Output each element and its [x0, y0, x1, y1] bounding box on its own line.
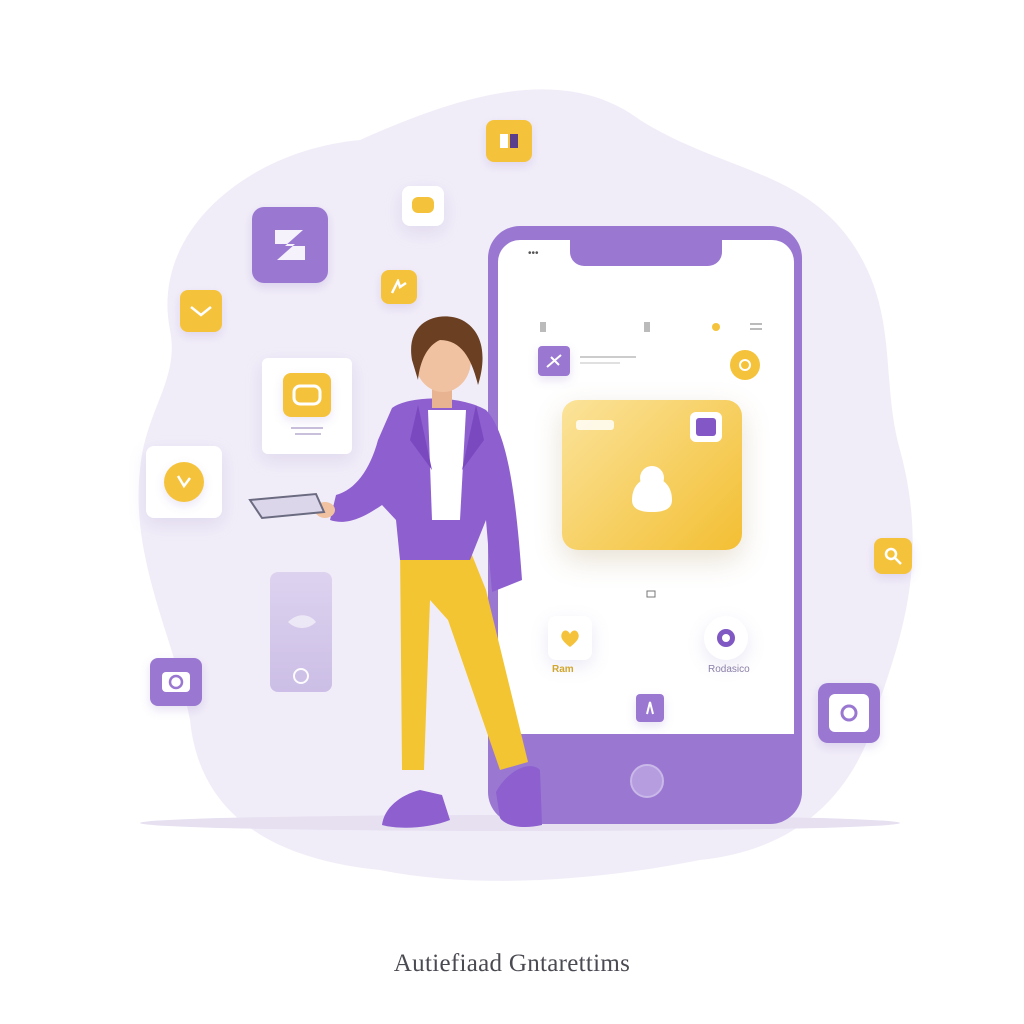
- caption-text: Autiefiaad Gntarettims: [393, 950, 631, 977]
- woman-figure: [248, 316, 542, 828]
- illustration-scene: ••• Ram Rodasico: [0, 0, 1024, 1024]
